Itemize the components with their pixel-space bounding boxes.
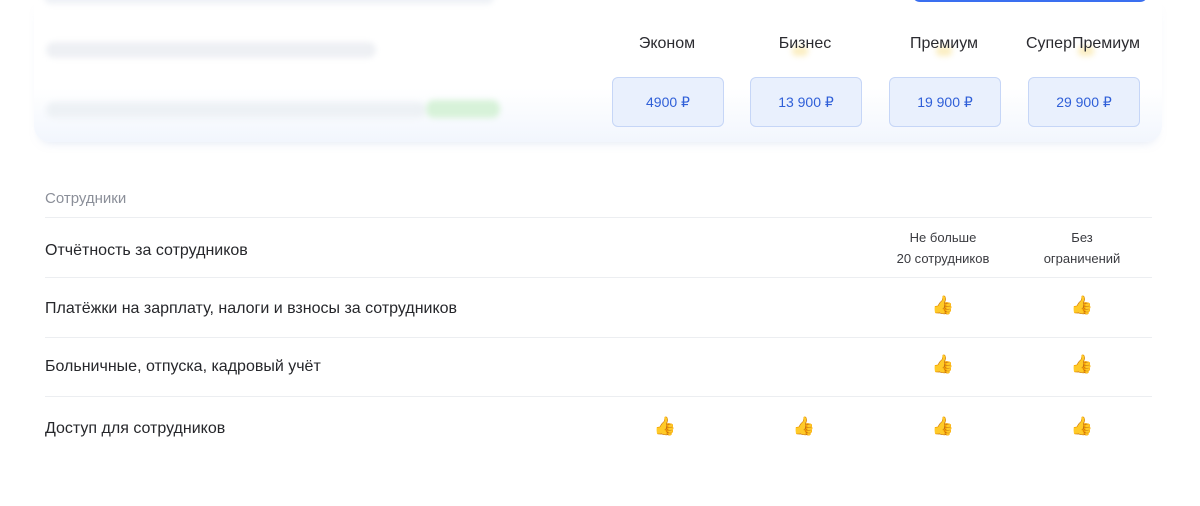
feature-label: Доступ для сотрудников — [45, 420, 226, 437]
plan-name-premium: Премиум — [909, 35, 979, 52]
feature-label: Больничные, отпуска, кадровый учёт — [45, 358, 321, 375]
feature-row: Платёжки на зарплату, налоги и взносы за… — [45, 277, 1152, 337]
thumbs-up-icon: 👍 — [1070, 416, 1094, 436]
feature-label: Платёжки на зарплату, налоги и взносы за… — [45, 300, 458, 317]
price-button-business[interactable]: 13 900 ₽ — [750, 77, 862, 127]
feature-row: Отчётность за сотрудников Не больше 20 с… — [45, 217, 1152, 277]
price-button-superpremium[interactable]: 29 900 ₽ — [1028, 77, 1140, 127]
thumbs-up-icon: 👍 — [1070, 295, 1094, 315]
thumbs-up-icon: 👍 — [792, 416, 816, 436]
thumbs-up-icon: 👍 — [653, 416, 677, 436]
thumbs-up-icon: 👍 — [931, 354, 955, 374]
feature-value-limit: Без ограничений — [1043, 230, 1121, 266]
feature-row: Доступ для сотрудников 👍 👍 👍 👍 — [45, 396, 1152, 456]
price-button-econom[interactable]: 4900 ₽ — [612, 77, 724, 127]
feature-label: Отчётность за сотрудников — [45, 242, 248, 259]
tariff-comparison-page: Эконом Бизнес Премиум СуперПремиум 4900 … — [0, 0, 1200, 506]
thumbs-up-icon: 👍 — [931, 295, 955, 315]
blurred-badge — [426, 100, 500, 118]
blurred-row — [46, 42, 376, 58]
thumbs-up-icon: 👍 — [931, 416, 955, 436]
blurred-button — [912, 0, 1148, 2]
price-button-premium[interactable]: 19 900 ₽ — [889, 77, 1001, 127]
feature-value-limit: Не больше 20 сотрудников — [896, 230, 990, 266]
feature-row: Больничные, отпуска, кадровый учёт 👍 👍 — [45, 337, 1152, 397]
section-title: Сотрудники — [45, 190, 127, 207]
blurred-row — [46, 102, 426, 118]
sticky-plan-header: Эконом Бизнес Премиум СуперПремиум 4900 … — [34, 0, 1162, 142]
plan-name-econom: Эконом — [638, 35, 696, 52]
blurred-row — [44, 0, 494, 4]
plan-name-superpremium: СуперПремиум — [1025, 35, 1141, 52]
thumbs-up-icon: 👍 — [1070, 354, 1094, 374]
plan-name-business: Бизнес — [778, 35, 832, 52]
